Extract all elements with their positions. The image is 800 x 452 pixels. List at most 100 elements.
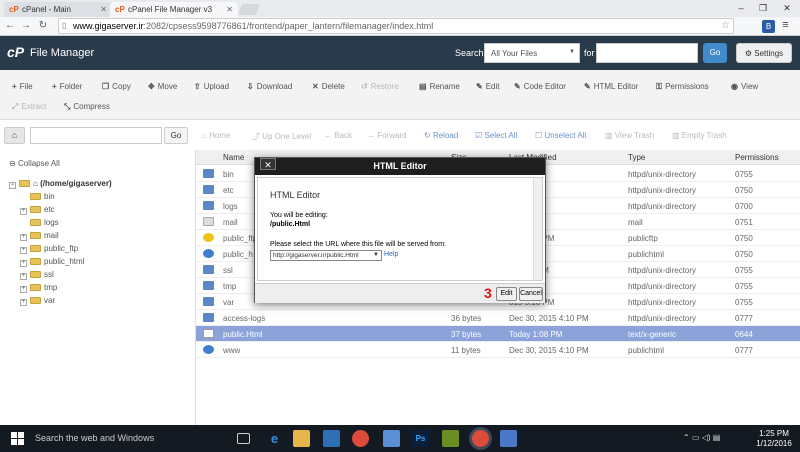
nav-select-all-button[interactable]: ☑ Select All [475,131,517,140]
close-tab-icon[interactable]: ✕ [100,5,107,14]
folder-icon [203,169,214,178]
new-folder-button[interactable]: + Folder [52,82,82,91]
rename-button[interactable]: ▤ Rename [419,82,460,91]
menu-icon[interactable]: ≡ [779,20,792,33]
nav-label: Home [209,131,231,140]
chrome-icon[interactable] [472,430,489,447]
table-row[interactable]: access-logs 36 bytes Dec 30, 2015 4:10 PM h… [196,310,800,326]
search-scope-select[interactable]: All Your Files ▼ [484,43,580,63]
compress-button[interactable]: ⤡ Compress [64,102,110,112]
tree-item-var[interactable]: + var [20,296,55,306]
search-scope-value: All Your Files [491,49,538,58]
file-explorer-icon[interactable] [293,430,310,447]
nav-back-button[interactable]: ← Back [324,131,352,140]
tab-file-manager[interactable]: cP cPanel File Manager v3 ✕ [110,2,238,17]
close-tab-icon[interactable]: ✕ [226,5,233,14]
nav-forward-button[interactable]: → Forward [367,131,407,140]
document-icon [203,329,214,338]
pencil-icon: ✎ [514,82,521,91]
move-button[interactable]: ✥ Move [148,82,177,91]
help-link[interactable]: Help [384,251,398,258]
folder-icon [30,232,41,239]
tree-item-mail[interactable]: + mail [20,231,59,241]
tree-item-etc[interactable]: + etc [20,205,55,215]
navigation-row: ⌂ Go ⌂ Home ⤴ Up One Level ← Back → Forw… [0,120,800,150]
nav-reload-button[interactable]: ↻ Reload [424,131,458,140]
edit-button[interactable]: ✎ Edit [476,82,500,91]
home-icon[interactable]: ⌂ [4,127,25,144]
back-arrow-icon[interactable]: ← [4,19,16,33]
tree-item-public-ftp[interactable]: + public_ftp [20,244,78,254]
cell-type: httpd/unix-directory [628,282,697,291]
app-icon[interactable] [500,430,517,447]
forward-arrow-icon[interactable]: → [20,19,32,33]
app-icon[interactable] [442,430,459,447]
cell-name: access-logs [223,314,266,323]
folder-icon [203,313,214,322]
copy-button[interactable]: ❐ Copy [102,82,131,91]
toolbar-label: Code Editor [523,82,566,91]
upload-button[interactable]: ⇧ Upload [194,82,229,91]
maximize-button[interactable]: ❐ [752,0,774,17]
permissions-button[interactable]: ⚿ Permissions [656,82,709,92]
edit-button[interactable]: Edit [496,287,517,301]
delete-button[interactable]: ✕ Delete [312,82,345,91]
store-icon[interactable] [323,430,340,447]
taskbar-search[interactable]: Search the web and Windows [35,430,230,447]
edge-icon[interactable]: e [266,430,283,447]
column-type[interactable]: Type [628,153,645,162]
close-window-button[interactable]: ✕ [776,0,798,17]
tab-cpanel-main[interactable]: cP cPanel - Main ✕ [4,2,112,17]
tree-item-public-html[interactable]: + public_html [20,257,84,267]
collapse-all-button[interactable]: ⊖ Collapse All [9,159,60,168]
app-icon[interactable] [383,430,400,447]
new-file-button[interactable]: + File [12,82,33,91]
nav-up-button[interactable]: ⤴ Up One Level [252,131,311,142]
url-prompt: Please select the URL where this file wi… [270,241,446,248]
photoshop-icon[interactable]: Ps [412,430,429,447]
search-input[interactable] [596,43,698,63]
view-button[interactable]: ◉ View [731,82,758,91]
table-row[interactable]: www 11 bytes Dec 30, 2015 4:10 PM publichtm… [196,342,800,358]
reload-icon[interactable]: ↻ [37,19,49,33]
task-view-icon[interactable] [237,433,250,444]
minus-icon: − [9,182,16,189]
path-go-button[interactable]: Go [164,127,188,144]
minimize-button[interactable]: – [730,0,752,17]
column-permissions[interactable]: Permissions [735,153,779,162]
tree-item-tmp[interactable]: + tmp [20,283,57,293]
dialog-scrollbar[interactable] [533,178,542,280]
nav-unselect-all-button[interactable]: ☐ Unselect All [535,131,586,140]
tree-item-logs[interactable]: logs [30,218,59,227]
chrome-icon[interactable] [352,430,369,447]
search-go-button[interactable]: Go [703,43,727,63]
download-icon: ⇩ [247,82,254,91]
url-input[interactable]: ▯ www.gigaserver.ir:2082/cpsess959877686… [58,18,734,34]
download-button[interactable]: ⇩ Download [247,82,292,91]
plus-icon: + [52,82,57,91]
new-tab-button[interactable] [237,4,261,15]
extract-button[interactable]: ⤢ Extract [12,102,46,112]
url-select[interactable]: http://gigaserver.ir/public.Html ▼ [270,250,382,261]
restore-button[interactable]: ↺ Restore [361,82,399,91]
windows-start-icon[interactable] [11,432,24,445]
nav-empty-trash-button[interactable]: ▥ Empty Trash [672,131,727,140]
tree-root[interactable]: − ⌂ (/home/gigaserver) [9,179,112,189]
tree-item-bin[interactable]: bin [30,192,55,201]
cancel-button[interactable]: Cancel [519,287,543,301]
table-row[interactable]: public.Html 37 bytes Today 1:08 PM text/x-g… [196,326,800,342]
system-tray-icons[interactable]: ⌃ ▭ ◁) ▤ [683,433,720,442]
move-icon: ✥ [148,82,155,91]
code-editor-button[interactable]: ✎ Code Editor [514,82,566,91]
html-editor-button[interactable]: ✎ HTML Editor [584,82,638,91]
bookmark-star-icon[interactable]: ☆ [721,20,730,31]
tree-item-ssl[interactable]: + ssl [20,270,54,280]
column-name[interactable]: Name [223,153,244,162]
nav-view-trash-button[interactable]: ▥ View Trash [605,131,654,140]
nav-home-button[interactable]: ⌂ Home [202,131,230,140]
folder-icon [203,201,214,210]
path-input[interactable] [30,127,162,144]
extension-b-icon[interactable]: B [762,20,775,33]
settings-button[interactable]: ⚙ Settings [736,43,792,63]
close-icon[interactable]: ✕ [260,158,276,170]
